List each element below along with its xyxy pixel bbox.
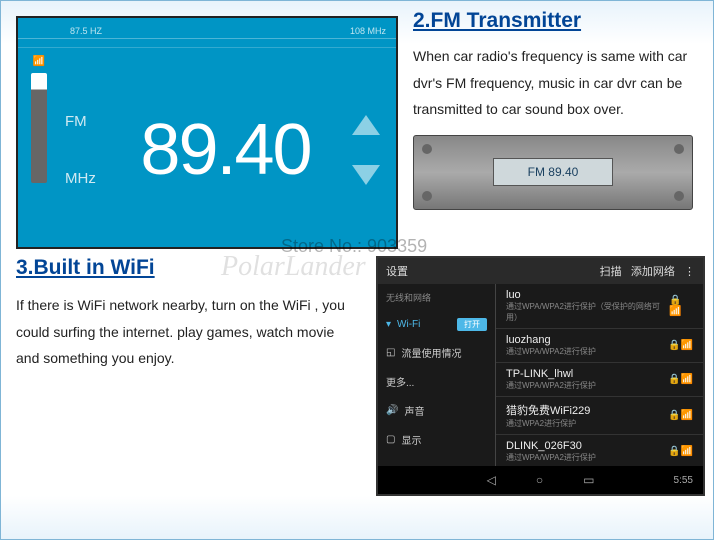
android-nav-bar: ◁ ○ ▭ 5:55 — [378, 466, 703, 494]
home-button[interactable]: ○ — [536, 473, 543, 487]
recent-button[interactable]: ▭ — [583, 473, 594, 487]
settings-header: 设置 扫描 添加网络 ⋮ — [378, 258, 703, 284]
mhz-label: MHz — [65, 170, 115, 187]
wifi-signal-icon: 🔒📶 — [668, 340, 693, 351]
list-item[interactable]: luo通过WPA/WPA2进行保护（受保护的网络可用）🔒📶 — [496, 284, 703, 329]
volume-slider[interactable] — [31, 73, 47, 183]
category-header: 无线和网络 — [378, 284, 495, 311]
clock: 5:55 — [674, 475, 693, 486]
android-settings-screen: 设置 扫描 添加网络 ⋮ 无线和网络 ▾ Wi-Fi 打开 ◱ 流量使用情况 — [376, 256, 705, 496]
fm-label: FM — [65, 113, 115, 130]
menu-icon[interactable]: ⋮ — [684, 266, 695, 278]
section-3-title: 3.Built in WiFi — [16, 256, 361, 280]
net-name: luo — [506, 289, 669, 301]
list-item[interactable]: TP-LINK_lhwl通过WPA/WPA2进行保护 🔒📶 — [496, 363, 703, 397]
radio-dot — [674, 191, 684, 201]
freq-up-button[interactable] — [352, 115, 380, 135]
net-sub: 通过WPA/WPA2进行保护（受保护的网络可用） — [506, 301, 669, 323]
net-name: 猎豹免费WiFi229 — [506, 402, 590, 418]
wifi-signal-icon: 🔒📶 — [669, 295, 693, 317]
net-name: TP-LINK_lhwl — [506, 368, 596, 380]
wifi-signal-icon: 🔒📶 — [668, 374, 693, 385]
signal-icon: 📶 — [33, 56, 45, 67]
sound-cat-label: 声音 — [404, 403, 424, 418]
fm-transmitter-screen: 87.5 HZ 108 MHz 📶 FM MHz 89.40 — [16, 16, 398, 249]
add-network-button[interactable]: 添加网络 — [631, 266, 675, 278]
sound-category[interactable]: 🔊 声音 — [378, 396, 495, 425]
section-2-title: 2.FM Transmitter — [413, 9, 703, 33]
wifi-cat-label: Wi-Fi — [397, 319, 420, 330]
sound-icon: 🔊 — [386, 405, 398, 416]
radio-dot — [422, 144, 432, 154]
list-item[interactable]: DLINK_026F30通过WPA/WPA2进行保护 🔒📶 — [496, 435, 703, 469]
display-cat-label: 显示 — [401, 432, 421, 447]
fm-sidebar: 📶 — [18, 48, 60, 251]
net-sub: 通过WPA2进行保护 — [506, 418, 590, 429]
data-icon: ◱ — [386, 347, 395, 358]
net-name: DLINK_026F30 — [506, 440, 596, 452]
more-category[interactable]: 更多... — [378, 367, 495, 396]
list-item[interactable]: 猎豹免费WiFi229通过WPA2进行保护 🔒📶 — [496, 397, 703, 435]
back-button[interactable]: ◁ — [487, 473, 496, 487]
net-sub: 通过WPA/WPA2进行保护 — [506, 346, 596, 357]
scale-line — [18, 38, 396, 39]
net-sub: 通过WPA/WPA2进行保护 — [506, 452, 596, 463]
wifi-signal-icon: 🔒📶 — [668, 446, 693, 457]
net-name: luozhang — [506, 334, 596, 346]
frequency-scale-bar: 87.5 HZ 108 MHz — [18, 18, 396, 48]
scan-button[interactable]: 扫描 — [600, 266, 622, 278]
frequency-display: 89.40 — [115, 48, 336, 251]
wifi-signal-icon: 🔒📶 — [668, 410, 693, 421]
data-cat-label: 流量使用情况 — [401, 345, 461, 360]
car-radio-image: FM 89.40 — [413, 135, 693, 210]
radio-lcd-display: FM 89.40 — [493, 158, 613, 186]
section-2-desc: When car radio's frequency is same with … — [413, 43, 703, 123]
display-category[interactable]: ▢ 显示 — [378, 425, 495, 454]
settings-title: 设置 — [386, 263, 408, 279]
wifi-network-list: luo通过WPA/WPA2进行保护（受保护的网络可用）🔒📶 luozhang通过… — [496, 284, 703, 470]
freq-low-label: 87.5 HZ — [70, 26, 102, 36]
list-item[interactable]: luozhang通过WPA/WPA2进行保护 🔒📶 — [496, 329, 703, 363]
wifi-icon: ▾ — [386, 319, 391, 330]
freq-high-label: 108 MHz — [350, 26, 386, 36]
radio-dot — [422, 191, 432, 201]
data-usage-category[interactable]: ◱ 流量使用情况 — [378, 338, 495, 367]
net-sub: 通过WPA/WPA2进行保护 — [506, 380, 596, 391]
radio-dot — [674, 144, 684, 154]
wifi-category[interactable]: ▾ Wi-Fi 打开 — [378, 311, 495, 338]
freq-down-button[interactable] — [352, 165, 380, 185]
wifi-toggle[interactable]: 打开 — [457, 318, 487, 331]
section-3-desc: If there is WiFi network nearby, turn on… — [16, 292, 361, 372]
settings-categories: 无线和网络 ▾ Wi-Fi 打开 ◱ 流量使用情况 更多... 🔊 声音 ▢ — [378, 284, 496, 470]
display-icon: ▢ — [386, 434, 395, 445]
